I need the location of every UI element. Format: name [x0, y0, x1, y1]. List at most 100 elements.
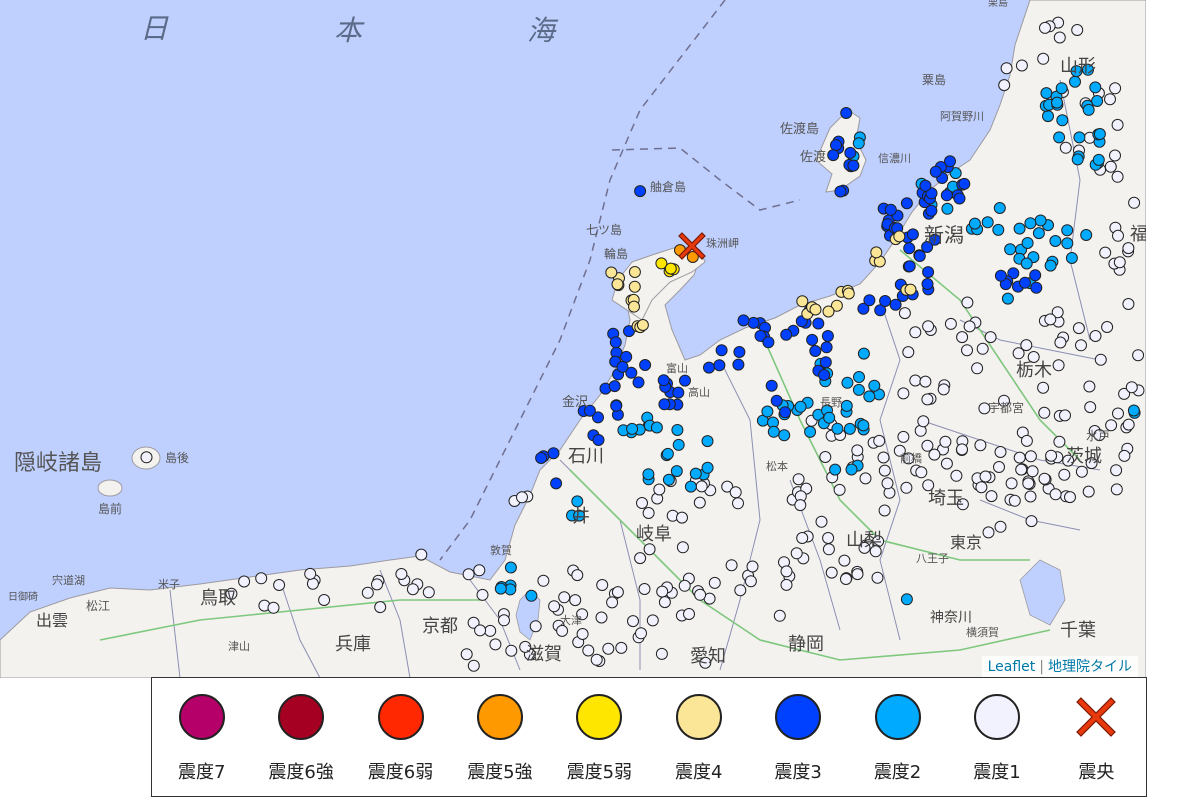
station-marker[interactable] — [550, 477, 563, 490]
station-marker[interactable] — [489, 638, 502, 651]
station-marker[interactable] — [672, 438, 685, 451]
station-marker[interactable] — [747, 316, 760, 329]
station-marker[interactable] — [1128, 196, 1141, 209]
station-marker[interactable] — [922, 320, 935, 333]
station-marker[interactable] — [635, 627, 647, 640]
station-marker[interactable] — [919, 179, 932, 192]
station-marker[interactable] — [505, 644, 518, 657]
station-marker[interactable] — [1015, 463, 1028, 476]
station-marker[interactable] — [852, 383, 865, 396]
station-marker[interactable] — [616, 360, 629, 373]
station-marker[interactable] — [662, 473, 675, 486]
station-marker[interactable] — [794, 400, 807, 413]
station-marker[interactable] — [670, 465, 683, 478]
station-marker[interactable] — [984, 331, 997, 344]
station-marker[interactable] — [1029, 269, 1042, 282]
station-marker[interactable] — [921, 278, 934, 290]
station-marker[interactable] — [961, 344, 973, 357]
station-marker[interactable] — [993, 461, 1005, 473]
station-marker[interactable] — [590, 653, 603, 666]
station-marker[interactable] — [678, 579, 691, 592]
station-marker[interactable] — [944, 317, 957, 330]
station-marker[interactable] — [1092, 153, 1105, 166]
station-marker[interactable] — [1084, 401, 1097, 414]
station-marker[interactable] — [1075, 465, 1088, 478]
station-marker[interactable] — [1056, 114, 1069, 127]
station-marker[interactable] — [1024, 217, 1037, 230]
station-marker[interactable] — [1122, 298, 1135, 310]
station-marker[interactable] — [609, 336, 622, 349]
station-marker[interactable] — [906, 228, 919, 241]
station-marker[interactable] — [693, 496, 706, 509]
map-canvas[interactable]: 日 本 海 隠岐諸島 島後 島前 佐渡島 佐渡 舳倉島 七ツ島 輪島 珠洲岬 新… — [0, 0, 1146, 678]
station-marker[interactable] — [806, 333, 819, 346]
station-marker[interactable] — [1008, 494, 1021, 507]
station-marker[interactable] — [1104, 93, 1116, 106]
station-marker[interactable] — [1034, 214, 1047, 227]
station-marker[interactable] — [703, 361, 715, 374]
station-marker[interactable] — [1082, 485, 1095, 498]
station-marker[interactable] — [840, 573, 852, 585]
station-marker[interactable] — [576, 628, 589, 640]
station-marker[interactable] — [1071, 24, 1084, 36]
station-marker[interactable] — [701, 461, 714, 474]
station-marker[interactable] — [985, 490, 998, 503]
station-marker[interactable] — [694, 588, 707, 601]
station-marker[interactable] — [1080, 229, 1093, 241]
station-marker[interactable] — [821, 330, 834, 342]
station-marker[interactable] — [871, 571, 884, 584]
station-marker[interactable] — [1122, 418, 1135, 431]
station-marker[interactable] — [238, 575, 251, 588]
station-marker[interactable] — [374, 601, 387, 614]
station-marker[interactable] — [746, 560, 759, 573]
station-marker[interactable] — [761, 405, 774, 418]
station-marker[interactable] — [415, 548, 428, 561]
station-marker[interactable] — [547, 447, 560, 460]
station-marker[interactable] — [1004, 243, 1017, 256]
station-marker[interactable] — [878, 504, 891, 517]
station-marker[interactable] — [919, 375, 932, 388]
station-marker[interactable] — [1025, 515, 1038, 528]
station-marker[interactable] — [636, 319, 649, 331]
station-marker[interactable] — [1019, 276, 1031, 289]
station-marker[interactable] — [611, 586, 624, 599]
station-marker[interactable] — [1001, 292, 1014, 305]
station-marker[interactable] — [1112, 229, 1124, 242]
station-marker[interactable] — [812, 317, 825, 330]
station-marker[interactable] — [535, 452, 548, 464]
station-marker[interactable] — [765, 379, 778, 392]
station-marker[interactable] — [657, 374, 670, 387]
station-marker[interactable] — [671, 424, 684, 436]
station-marker[interactable] — [1111, 118, 1124, 131]
station-marker[interactable] — [460, 648, 473, 661]
station-marker[interactable] — [556, 624, 569, 637]
station-marker[interactable] — [1065, 252, 1078, 264]
station-marker[interactable] — [658, 398, 671, 411]
station-marker[interactable] — [732, 358, 745, 371]
station-marker[interactable] — [881, 477, 894, 490]
station-marker[interactable] — [792, 473, 805, 486]
station-marker[interactable] — [267, 601, 280, 614]
map-view[interactable]: 日 本 海 隠岐諸島 島後 島前 佐渡島 佐渡 舳倉島 七ツ島 輪島 珠洲岬 新… — [0, 0, 1146, 678]
station-marker[interactable] — [708, 576, 721, 589]
station-marker[interactable] — [628, 300, 640, 313]
station-marker[interactable] — [853, 371, 865, 383]
station-marker[interactable] — [940, 189, 953, 202]
station-marker[interactable] — [620, 350, 633, 363]
station-marker[interactable] — [525, 589, 538, 602]
station-marker[interactable] — [829, 463, 842, 476]
station-marker[interactable] — [833, 483, 846, 496]
station-marker[interactable] — [809, 345, 822, 357]
station-marker[interactable] — [632, 376, 645, 389]
station-marker[interactable] — [815, 515, 828, 528]
station-marker[interactable] — [900, 197, 913, 210]
station-marker[interactable] — [998, 79, 1011, 92]
station-marker[interactable] — [679, 374, 691, 387]
station-marker[interactable] — [643, 543, 656, 556]
station-marker[interactable] — [974, 439, 987, 452]
station-marker[interactable] — [796, 532, 809, 544]
station-marker[interactable] — [902, 346, 915, 359]
station-marker[interactable] — [1022, 477, 1035, 490]
station-marker[interactable] — [897, 387, 910, 400]
station-marker[interactable] — [1061, 237, 1074, 250]
